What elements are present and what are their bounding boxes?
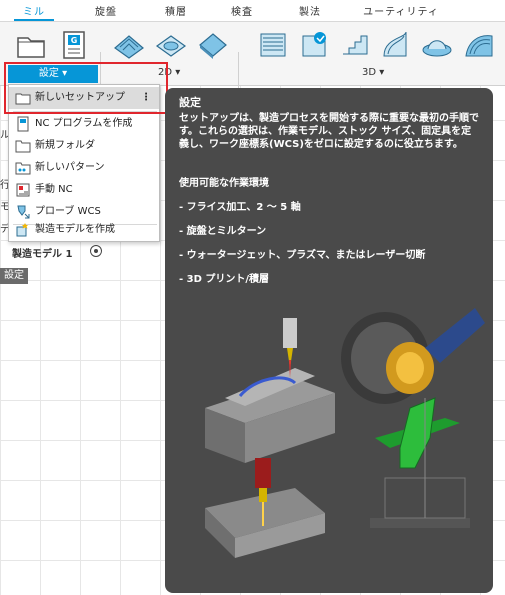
2d-pocket-icon[interactable] bbox=[154, 28, 188, 62]
menu-item-label: 製造モデルを作成 bbox=[35, 224, 115, 235]
tab-fabrication[interactable]: 製法 bbox=[290, 3, 330, 21]
pattern-icon bbox=[15, 160, 31, 176]
steep-shallow-icon[interactable] bbox=[338, 28, 372, 62]
menu-item-label: 新しいパターン bbox=[35, 162, 105, 173]
manufacturing-model-icon bbox=[15, 222, 31, 238]
menu-item-label: 新規フォルダ bbox=[35, 140, 95, 151]
menu-item-nc-program[interactable]: NC プログラムを作成 bbox=[9, 113, 159, 135]
group-3d-label[interactable]: 3D ▾ bbox=[362, 67, 384, 78]
menu-divider bbox=[13, 111, 157, 112]
more-options-icon[interactable]: ⋮ bbox=[141, 87, 151, 109]
probe-wcs-icon bbox=[15, 204, 31, 220]
milling-illustration bbox=[205, 318, 335, 463]
tab-mill[interactable]: ミル bbox=[14, 3, 54, 21]
menu-item-new-pattern[interactable]: 新しいパターン bbox=[9, 157, 159, 179]
tooltip-bullet: - フライス加工、2 ～ 5 軸 bbox=[179, 202, 301, 213]
menu-item-new-folder[interactable]: 新規フォルダ bbox=[9, 135, 159, 157]
nc-program-icon[interactable]: G bbox=[58, 28, 92, 62]
folder-icon bbox=[15, 138, 31, 154]
setup-tooltip: 設定 セットアップは、製造プロセスを開始する際に重要な最初の手順です。これらの選… bbox=[165, 88, 493, 593]
tooltip-description: セットアップは、製造プロセスを開始する際に重要な最初の手順です。これらの選択は、… bbox=[179, 113, 479, 150]
menu-item-label: NC プログラムを作成 bbox=[35, 118, 133, 129]
tooltip-heading: 使用可能な作業環境 bbox=[179, 178, 269, 189]
menu-item-label: 新しいセットアップ bbox=[35, 92, 125, 103]
tab-turning[interactable]: 旋盤 bbox=[86, 3, 126, 21]
lathe-illustration bbox=[341, 308, 485, 404]
menu-item-manual-nc[interactable]: 手動 NC bbox=[9, 179, 159, 201]
additive-illustration bbox=[370, 397, 470, 528]
work-environment-illustration bbox=[205, 308, 485, 558]
waterjet-illustration bbox=[205, 458, 325, 558]
tab-additive[interactable]: 積層 bbox=[156, 3, 196, 21]
2d-adaptive-icon[interactable] bbox=[112, 28, 146, 62]
spiral-icon[interactable] bbox=[462, 28, 496, 62]
menu-item-label: 手動 NC bbox=[35, 184, 73, 195]
flow-icon[interactable] bbox=[378, 28, 412, 62]
radial-icon[interactable] bbox=[420, 28, 454, 62]
setup-folder-icon bbox=[15, 90, 31, 106]
setup-dropdown-menu: 新しいセットアップ ⋮ NC プログラムを作成 新規フォルダ 新しいパターン 手… bbox=[8, 84, 160, 242]
tab-inspection[interactable]: 検査 bbox=[222, 3, 262, 21]
manufacturing-model-label[interactable]: 製造モデル 1 bbox=[12, 245, 72, 260]
nc-program-icon bbox=[15, 116, 31, 132]
tooltip-bullet: - 旋盤とミルターン bbox=[179, 226, 267, 237]
setup-group-button[interactable]: 設定 ▾ bbox=[8, 65, 98, 83]
model-radio-button[interactable] bbox=[90, 245, 102, 257]
manual-nc-icon bbox=[15, 182, 31, 198]
face-icon[interactable] bbox=[196, 28, 230, 62]
tooltip-bullet: - 3D プリント/積層 bbox=[179, 274, 270, 285]
ribbon-tab-bar: ミル 旋盤 積層 検査 製法 ユーティリティ bbox=[0, 0, 505, 22]
tooltip-title: 設定 bbox=[179, 96, 201, 109]
group-2d-label[interactable]: 2D ▾ bbox=[158, 67, 180, 78]
tooltip-bullet: - ウォータージェット、プラズマ、またはレーザー切断 bbox=[179, 250, 426, 261]
svg-text:G: G bbox=[71, 36, 78, 45]
menu-item-new-setup[interactable]: 新しいセットアップ ⋮ bbox=[9, 87, 159, 109]
3d-pocket-icon[interactable] bbox=[298, 28, 332, 62]
new-setup-icon[interactable] bbox=[14, 28, 48, 62]
setup-badge[interactable]: 設定 bbox=[0, 268, 28, 284]
menu-item-create-mfg-model[interactable]: 製造モデルを作成 bbox=[9, 219, 159, 241]
tab-utilities[interactable]: ユーティリティ bbox=[356, 3, 446, 21]
3d-adaptive-icon[interactable] bbox=[256, 28, 290, 62]
